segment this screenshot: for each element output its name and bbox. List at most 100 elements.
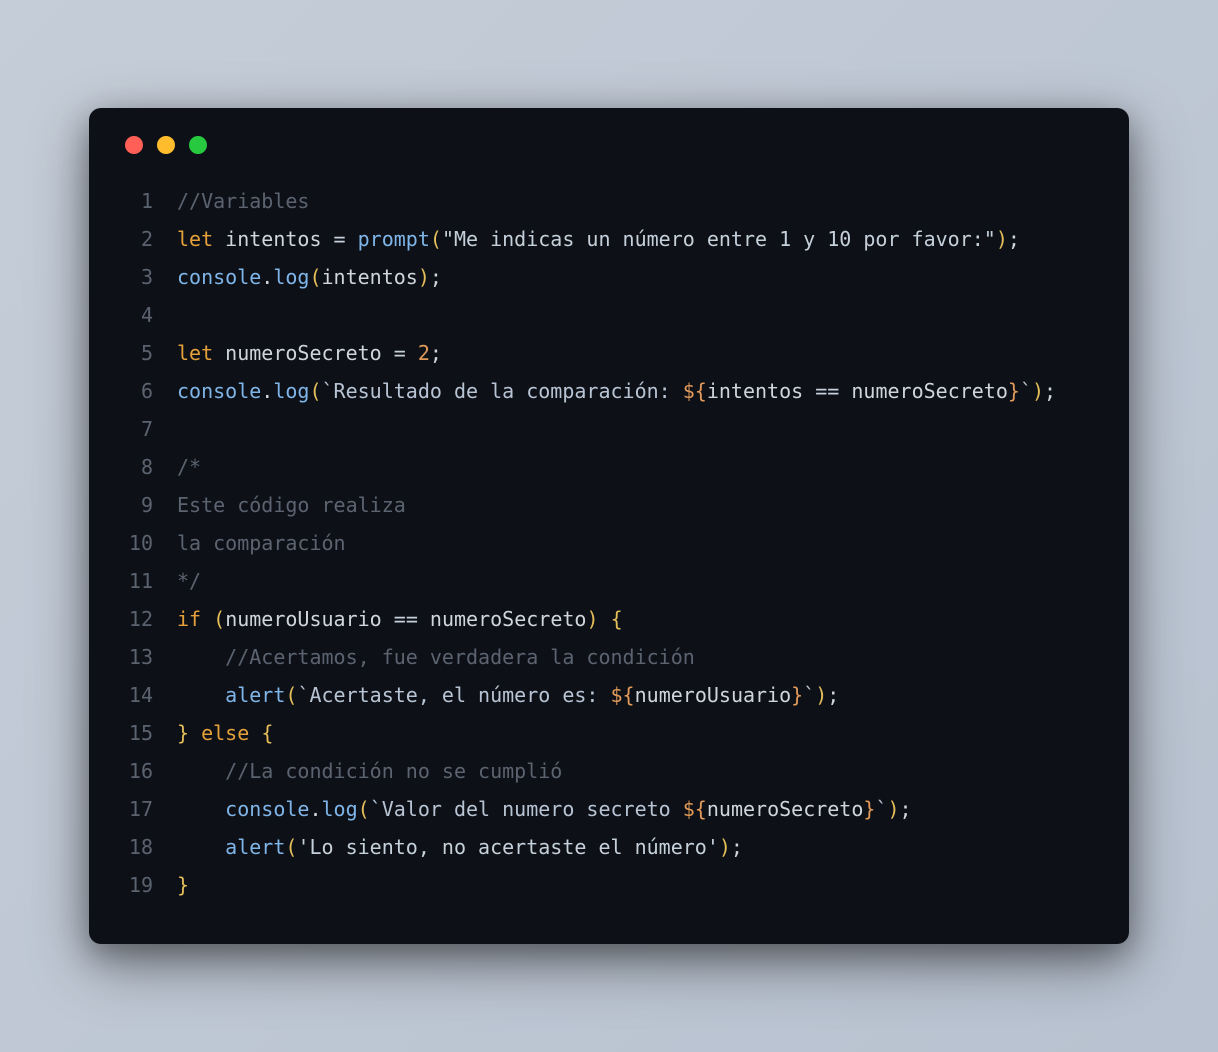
code-line: 19} bbox=[121, 866, 1097, 904]
token-interp: ${ bbox=[683, 797, 707, 821]
code-line: 7 bbox=[121, 410, 1097, 448]
token-string: 'Lo siento, no acertaste el número' bbox=[297, 835, 718, 859]
line-number: 6 bbox=[121, 372, 153, 410]
code-line: 2let intentos = prompt("Me indicas un nú… bbox=[121, 220, 1097, 258]
token-ident: numeroUsuario bbox=[225, 607, 382, 631]
code-content: console.log(intentos); bbox=[177, 258, 1097, 296]
code-content: let numeroSecreto = 2; bbox=[177, 334, 1097, 372]
code-line: 12 if (numeroUsuario == numeroSecreto) { bbox=[121, 600, 1097, 638]
code-content: } bbox=[177, 866, 1097, 904]
line-number: 10 bbox=[121, 524, 153, 562]
code-line: 18 alert('Lo siento, no acertaste el núm… bbox=[121, 828, 1097, 866]
token-func: prompt bbox=[358, 227, 430, 251]
token-op: == bbox=[815, 379, 839, 403]
token-ident bbox=[213, 341, 225, 365]
code-content: la comparación bbox=[177, 524, 1097, 562]
token-paren: ( bbox=[309, 379, 321, 403]
token-template: ` bbox=[875, 797, 887, 821]
token-keyword: if bbox=[177, 607, 201, 631]
token-interp: } bbox=[863, 797, 875, 821]
token-op: = bbox=[394, 341, 406, 365]
token-paren: ( bbox=[309, 265, 321, 289]
token-template: `Acertaste, el número es: bbox=[297, 683, 610, 707]
token-ident: intentos bbox=[225, 227, 321, 251]
token-op: == bbox=[394, 607, 418, 631]
code-content bbox=[177, 296, 1097, 334]
line-number: 3 bbox=[121, 258, 153, 296]
token-paren: ( bbox=[358, 797, 370, 821]
code-content: alert(`Acertaste, el número es: ${numero… bbox=[177, 676, 1097, 714]
code-line: 3 console.log(intentos); bbox=[121, 258, 1097, 296]
token-ident: . bbox=[261, 379, 273, 403]
token-comment: /* bbox=[177, 455, 201, 479]
token-brace: } bbox=[177, 721, 189, 745]
minimize-icon[interactable] bbox=[157, 136, 175, 154]
token-func: alert bbox=[225, 835, 285, 859]
token-ident bbox=[189, 721, 201, 745]
token-template: `Valor del numero secreto bbox=[370, 797, 683, 821]
token-paren: ) bbox=[1032, 379, 1044, 403]
line-number: 16 bbox=[121, 752, 153, 790]
code-line: 11*/ bbox=[121, 562, 1097, 600]
close-icon[interactable] bbox=[125, 136, 143, 154]
token-interp: ${ bbox=[683, 379, 707, 403]
line-number: 19 bbox=[121, 866, 153, 904]
token-ident: ; bbox=[900, 797, 912, 821]
token-comment: //La condición no se cumplió bbox=[225, 759, 562, 783]
token-ident bbox=[599, 607, 611, 631]
token-ident: numeroSecreto bbox=[225, 341, 382, 365]
code-line: 5let numeroSecreto = 2; bbox=[121, 334, 1097, 372]
token-op: = bbox=[334, 227, 346, 251]
code-content: if (numeroUsuario == numeroSecreto) { bbox=[177, 600, 1097, 638]
token-func: log bbox=[273, 379, 309, 403]
token-interp-var: numeroSecreto bbox=[707, 797, 864, 821]
token-ident bbox=[177, 797, 225, 821]
token-template: ` bbox=[803, 683, 815, 707]
token-ident bbox=[418, 607, 430, 631]
token-ident: ; bbox=[1044, 379, 1056, 403]
token-ident bbox=[406, 341, 418, 365]
token-method-obj: console bbox=[177, 379, 261, 403]
token-ident bbox=[382, 341, 394, 365]
token-interp: } bbox=[1008, 379, 1020, 403]
token-keyword: let bbox=[177, 341, 213, 365]
token-template: ` bbox=[1020, 379, 1032, 403]
token-template: `Resultado de la comparación: bbox=[322, 379, 683, 403]
line-number: 7 bbox=[121, 410, 153, 448]
code-line: 10 la comparación bbox=[121, 524, 1097, 562]
token-method-obj: console bbox=[177, 265, 261, 289]
token-paren: ( bbox=[213, 607, 225, 631]
token-interp-var bbox=[839, 379, 851, 403]
code-content: console.log(`Resultado de la comparación… bbox=[177, 372, 1097, 410]
code-editor[interactable]: 1//Variables2let intentos = prompt("Me i… bbox=[121, 182, 1097, 904]
token-comment: la comparación bbox=[177, 531, 346, 555]
token-ident: ; bbox=[827, 683, 839, 707]
code-line: 8/* bbox=[121, 448, 1097, 486]
code-line: 17 console.log(`Valor del numero secreto… bbox=[121, 790, 1097, 828]
line-number: 15 bbox=[121, 714, 153, 752]
code-content: } else { bbox=[177, 714, 1097, 752]
code-content bbox=[177, 410, 1097, 448]
token-comment: //Variables bbox=[177, 189, 309, 213]
code-content: //Variables bbox=[177, 182, 1097, 220]
token-paren: ) bbox=[719, 835, 731, 859]
token-func: alert bbox=[225, 683, 285, 707]
token-ident: ; bbox=[731, 835, 743, 859]
token-paren: ) bbox=[996, 227, 1008, 251]
code-line: 9Este código realiza bbox=[121, 486, 1097, 524]
line-number: 12 bbox=[121, 600, 153, 638]
code-line: 4 bbox=[121, 296, 1097, 334]
maximize-icon[interactable] bbox=[189, 136, 207, 154]
traffic-lights bbox=[121, 136, 1097, 154]
line-number: 13 bbox=[121, 638, 153, 676]
token-ident bbox=[177, 835, 225, 859]
token-method-obj: console bbox=[225, 797, 309, 821]
code-content: console.log(`Valor del numero secreto ${… bbox=[177, 790, 1097, 828]
token-func: log bbox=[322, 797, 358, 821]
token-interp: ${ bbox=[611, 683, 635, 707]
code-content: //Acertamos, fue verdadera la condición bbox=[177, 638, 1097, 676]
token-paren: ) bbox=[815, 683, 827, 707]
token-number: 2 bbox=[418, 341, 430, 365]
line-number: 2 bbox=[121, 220, 153, 258]
code-content: //La condición no se cumplió bbox=[177, 752, 1097, 790]
